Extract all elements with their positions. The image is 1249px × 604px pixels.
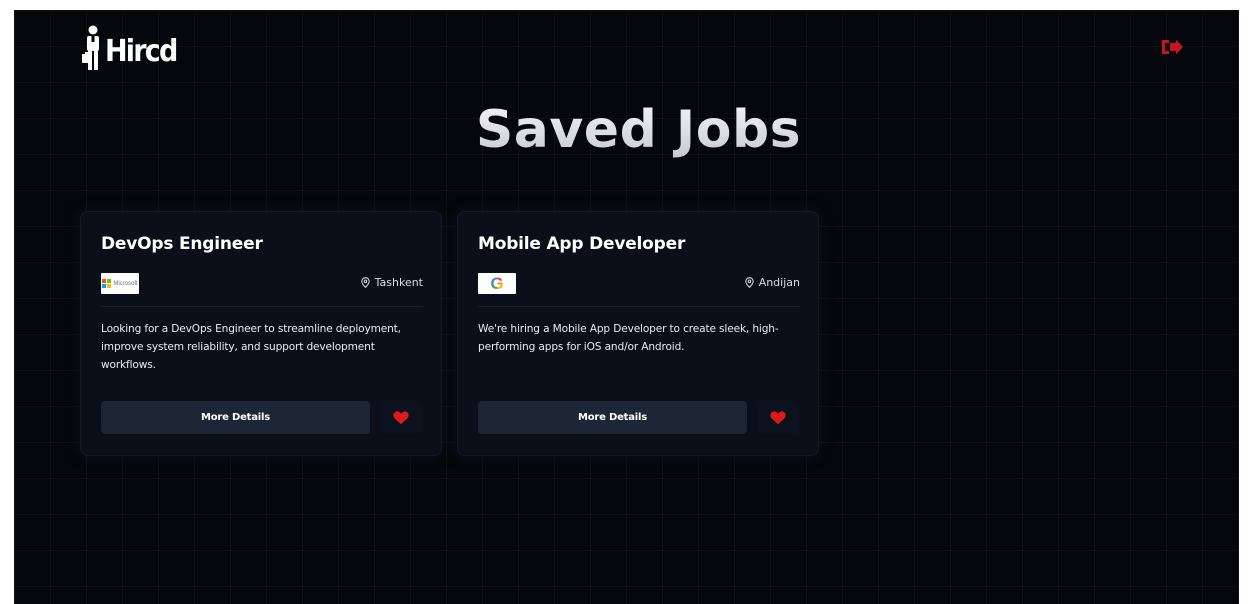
heart-icon [770,410,786,424]
heart-icon [393,410,409,424]
job-description: We're hiring a Mobile App Developer to c… [478,323,779,353]
logo-text: Hircd [105,34,178,69]
company-logo-google: G [478,273,516,294]
location-text: Andijan [758,276,800,289]
job-title: DevOps Engineer [101,234,263,254]
more-details-button[interactable]: More Details [478,401,747,434]
job-card: Mobile App Developer G Andijan We're hir… [457,211,819,456]
unsave-job-button[interactable] [380,401,422,434]
page-frame: Hircd Saved Jobs DevOps Engineer Microso… [14,10,1239,604]
page-title: Saved Jobs [14,100,1239,160]
card-divider [101,306,423,307]
app-logo[interactable]: Hircd [82,22,184,72]
job-card: DevOps Engineer Microsoft Tashkent Looki… [80,211,442,456]
job-description: Looking for a DevOps Engineer to streaml… [101,323,401,371]
google-g-glyph: G [490,274,504,293]
location-text: Tashkent [374,276,423,289]
microsoft-squares-icon [102,279,112,288]
more-details-button[interactable]: More Details [101,401,370,434]
job-title: Mobile App Developer [478,234,686,254]
job-location: Tashkent [360,276,423,289]
briefcase-person-icon [82,25,99,70]
google-logo: G [490,273,503,294]
location-pin-icon [744,277,754,288]
microsoft-logo-text: Microsoft [113,280,138,287]
company-logo-microsoft: Microsoft [101,273,139,294]
unsave-job-button[interactable] [757,401,799,434]
logout-icon-glyph [1162,39,1183,55]
logout-icon[interactable] [1158,36,1186,58]
card-divider [478,306,800,307]
microsoft-logo: Microsoft [102,279,138,288]
job-location: Andijan [744,276,800,289]
location-pin-icon [360,277,370,288]
